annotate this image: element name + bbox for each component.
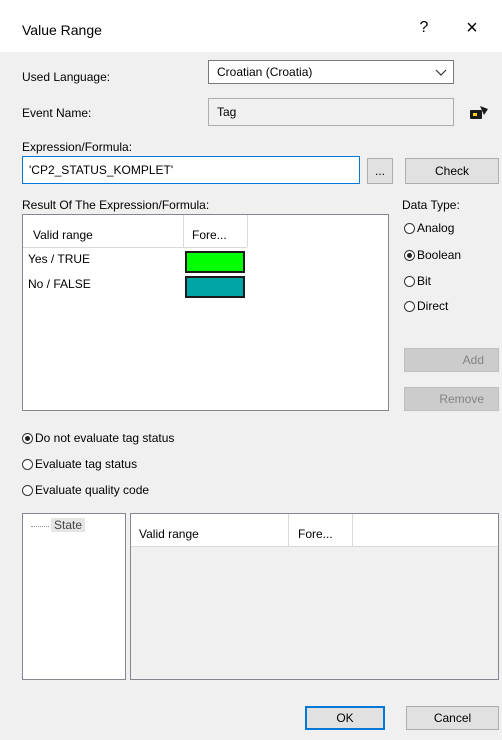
ok-button[interactable]: OK — [305, 706, 385, 730]
event-name-field: Tag — [208, 98, 454, 126]
dialog-title: Value Range — [22, 22, 102, 38]
data-type-label: Data Type: — [402, 198, 460, 212]
expression-input[interactable]: 'CP2_STATUS_KOMPLET' — [22, 156, 360, 184]
result-label: Result Of The Expression/Formula: — [22, 198, 210, 212]
result-row-yes-color[interactable] — [185, 251, 245, 273]
close-button[interactable]: × — [456, 14, 488, 42]
tree-connector — [31, 526, 49, 527]
check-button[interactable]: Check — [405, 158, 499, 184]
close-icon: × — [466, 17, 478, 39]
status-do-not-evaluate[interactable]: Do not evaluate tag status — [22, 431, 174, 445]
radio-analog[interactable] — [404, 222, 415, 234]
help-button[interactable]: ? — [408, 14, 440, 42]
state-col-valid-range[interactable]: Valid range — [139, 527, 199, 541]
result-row-yes-range[interactable]: Yes / TRUE — [28, 252, 90, 266]
status-evaluate-quality-label: Evaluate quality code — [35, 483, 150, 497]
radio-evaluate-quality[interactable] — [22, 484, 33, 496]
result-row-no-color[interactable] — [185, 276, 245, 298]
event-name-value: Tag — [217, 105, 237, 119]
data-type-bit-label: Bit — [417, 274, 432, 288]
expression-value: 'CP2_STATUS_KOMPLET' — [29, 163, 174, 177]
data-type-boolean-label: Boolean — [417, 248, 462, 262]
help-icon: ? — [419, 19, 429, 36]
column-divider — [247, 215, 248, 247]
tag-picker-icon[interactable] — [468, 104, 490, 122]
used-language-value: Croatian (Croatia) — [217, 65, 313, 79]
browse-button[interactable]: ... — [367, 158, 393, 184]
state-tree-item[interactable]: State — [51, 518, 86, 532]
remove-button[interactable]: Remove — [404, 387, 499, 411]
expression-label: Expression/Formula: — [22, 140, 133, 154]
radio-boolean[interactable] — [404, 249, 415, 261]
column-divider — [183, 215, 184, 247]
event-name-label: Event Name: — [22, 106, 92, 120]
state-tree[interactable]: State — [22, 513, 126, 680]
data-type-boolean[interactable]: Boolean — [404, 248, 461, 262]
result-col-fore[interactable]: Fore... — [192, 228, 227, 242]
column-divider — [288, 514, 289, 546]
radio-bit[interactable] — [404, 275, 415, 287]
used-language-label: Used Language: — [22, 70, 111, 84]
status-evaluate-tag[interactable]: Evaluate tag status — [22, 457, 137, 471]
state-col-fore[interactable]: Fore... — [298, 527, 333, 541]
data-type-bit[interactable]: Bit — [404, 274, 431, 288]
result-row-no-range[interactable]: No / FALSE — [28, 277, 91, 291]
cancel-button[interactable]: Cancel — [406, 706, 499, 730]
result-grid[interactable]: Valid range Fore... Yes / TRUE No / FALS… — [22, 214, 389, 411]
data-type-analog-label: Analog — [417, 221, 455, 235]
data-type-analog[interactable]: Analog — [404, 221, 454, 235]
add-button[interactable]: Add — [404, 348, 499, 372]
radio-evaluate-tag[interactable] — [22, 458, 33, 470]
chevron-down-icon — [435, 69, 447, 76]
state-grid[interactable]: Valid range Fore... — [130, 513, 499, 680]
data-type-direct[interactable]: Direct — [404, 299, 448, 313]
status-evaluate-quality[interactable]: Evaluate quality code — [22, 483, 149, 497]
radio-do-not-evaluate[interactable] — [22, 432, 33, 444]
status-do-not-evaluate-label: Do not evaluate tag status — [35, 431, 175, 445]
used-language-select[interactable]: Croatian (Croatia) — [208, 60, 454, 84]
status-evaluate-tag-label: Evaluate tag status — [35, 457, 138, 471]
radio-direct[interactable] — [404, 300, 415, 312]
data-type-direct-label: Direct — [417, 299, 449, 313]
result-col-valid-range[interactable]: Valid range — [33, 228, 93, 242]
column-divider — [352, 514, 353, 546]
